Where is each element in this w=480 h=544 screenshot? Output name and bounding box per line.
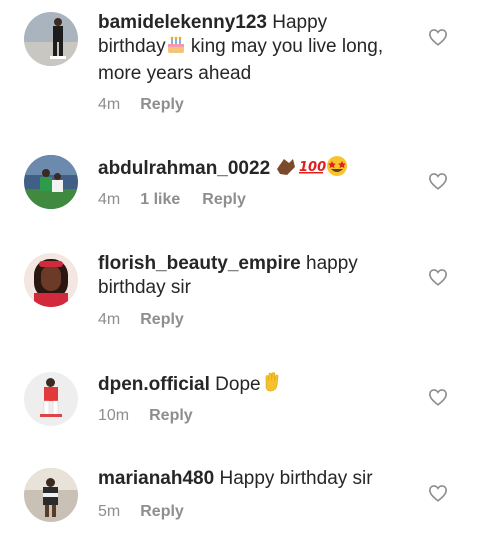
comment-username[interactable]: dpen.official: [98, 374, 210, 395]
comment-text: dpen.official Dope: [98, 371, 398, 400]
comment-time: 4m: [98, 191, 121, 208]
comment-time: 4m: [98, 311, 121, 328]
waving-hand-emoji: [261, 371, 283, 400]
avatar-image: [24, 372, 78, 426]
avatar-image: [24, 468, 78, 522]
comment-text: florish_beauty_empire happy birthday sir: [98, 252, 398, 300]
heart-icon[interactable]: [428, 484, 448, 502]
heart-icon[interactable]: [428, 268, 448, 286]
comment-username[interactable]: bamidelekenny123: [98, 12, 267, 33]
avatar[interactable]: [24, 468, 78, 522]
heart-icon[interactable]: [428, 28, 448, 46]
reply-button[interactable]: Reply: [140, 311, 184, 328]
comment-text: abdulrahman_0022 100: [98, 155, 398, 184]
avatar-image: [24, 155, 78, 209]
comment-meta: 4m Reply: [98, 95, 184, 115]
comment-likes[interactable]: 1 like: [140, 191, 180, 208]
reply-button[interactable]: Reply: [140, 503, 184, 520]
reply-button[interactable]: Reply: [202, 191, 246, 208]
avatar-image: [24, 253, 78, 307]
comment-time: 5m: [98, 503, 121, 520]
reply-button[interactable]: Reply: [149, 407, 193, 424]
comment-meta: 4m 1 like Reply: [98, 190, 246, 210]
comment-username[interactable]: abdulrahman_0022: [98, 158, 270, 179]
birthday-cake-emoji: [166, 35, 186, 62]
clap-hands-100-star-eyes-emoji: 100: [275, 155, 349, 184]
heart-icon[interactable]: [428, 172, 448, 190]
comment-username[interactable]: marianah480: [98, 468, 214, 489]
comment-text: bamidelekenny123 Happy birthday king may…: [98, 11, 398, 86]
heart-icon[interactable]: [428, 388, 448, 406]
comment-time: 10m: [98, 407, 130, 424]
reply-button[interactable]: Reply: [140, 96, 184, 113]
avatar[interactable]: [24, 372, 78, 426]
comment-meta: 10m Reply: [98, 406, 193, 426]
comment-body: Happy birthday sir: [214, 468, 373, 489]
comment-meta: 4m Reply: [98, 310, 184, 330]
avatar[interactable]: [24, 253, 78, 307]
comment-body: Dope: [209, 374, 261, 395]
avatar[interactable]: [24, 155, 78, 209]
avatar-image: [24, 12, 78, 66]
comment-meta: 5m Reply: [98, 502, 184, 522]
avatar[interactable]: [24, 12, 78, 66]
comment-username[interactable]: florish_beauty_empire: [98, 253, 301, 274]
comment-text: marianah480 Happy birthday sir: [98, 467, 398, 491]
comment-time: 4m: [98, 96, 121, 113]
